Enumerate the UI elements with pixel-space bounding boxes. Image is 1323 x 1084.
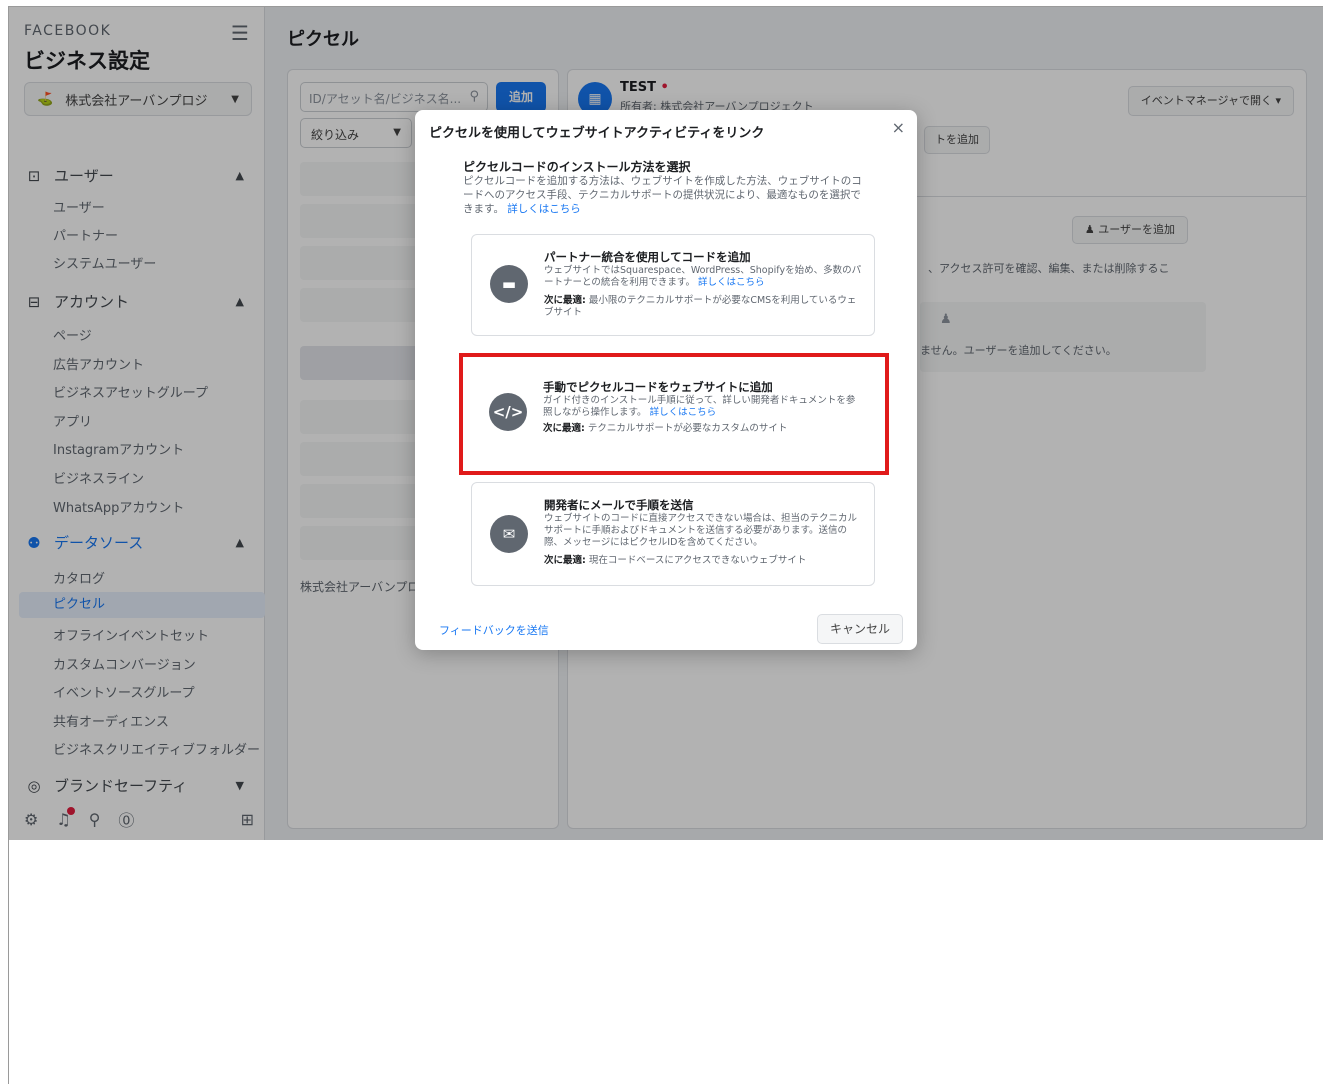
briefcase-icon: ▬	[490, 265, 528, 303]
option-title: 開発者にメールで手順を送信	[544, 498, 694, 512]
rec-label: 次に最適:	[544, 295, 586, 306]
option-description: ウェブサイトのコードに直接アクセスできない場合は、担当のテクニカルサポートに手順…	[544, 513, 858, 548]
option-partner-integration[interactable]: ▬ パートナー統合を使用してコードを追加 ウェブサイトではSquarespace…	[471, 234, 875, 336]
rec-label: 次に最適:	[544, 555, 586, 566]
learn-more-link[interactable]: 詳しくはこちら	[698, 277, 765, 288]
option-email-developer[interactable]: ✉ 開発者にメールで手順を送信 ウェブサイトのコードに直接アクセスできない場合は…	[471, 482, 875, 586]
send-feedback-link[interactable]: フィードバックを送信	[439, 622, 549, 638]
cancel-button[interactable]: キャンセル	[817, 614, 903, 644]
red-highlight-box	[459, 353, 889, 475]
dialog-title: ピクセルを使用してウェブサイトアクティビティをリンク	[429, 126, 765, 141]
install-method-heading: ピクセルコードのインストール方法を選択	[463, 160, 691, 174]
close-icon[interactable]: ×	[892, 118, 905, 137]
option-recommendation: 次に最適: 現在コードベースにアクセスできないウェブサイト	[544, 555, 864, 567]
rec-text: 現在コードベースにアクセスできないウェブサイト	[588, 555, 807, 566]
link-website-activity-dialog: ピクセルを使用してウェブサイトアクティビティをリンク × ピクセルコードのインス…	[415, 110, 917, 650]
option-recommendation: 次に最適: 最小限のテクニカルサポートが必要なCMSを利用しているウェブサイト	[544, 295, 864, 319]
rec-text: 最小限のテクニカルサポートが必要なCMSを利用しているウェブサイト	[544, 295, 857, 318]
business-settings-app: FACEBOOK ビジネス設定 ☰ ⛳ 株式会社アーバンプロジ ▼ ⊡ ユーザー…	[9, 7, 1323, 840]
option-title: パートナー統合を使用してコードを追加	[544, 250, 751, 264]
install-method-description: ピクセルコードを追加する方法は、ウェブサイトを作成した方法、ウェブサイトのコード…	[463, 174, 871, 216]
email-icon: ✉	[490, 515, 528, 553]
option-description: ウェブサイトではSquarespace、WordPress、Shopifyを始め…	[544, 265, 862, 289]
screenshot-frame: FACEBOOK ビジネス設定 ☰ ⛳ 株式会社アーバンプロジ ▼ ⊡ ユーザー…	[8, 6, 1323, 1084]
learn-more-link[interactable]: 詳しくはこちら	[507, 203, 581, 215]
